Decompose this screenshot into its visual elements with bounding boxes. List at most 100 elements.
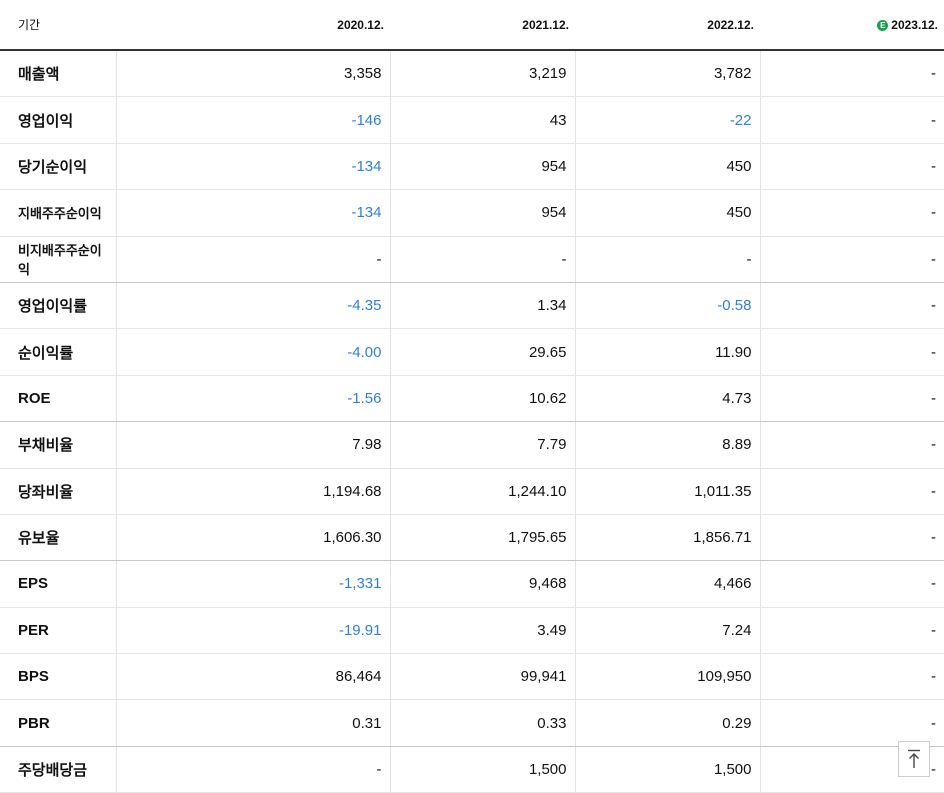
- cell-value: 1,795.65: [390, 514, 576, 562]
- cell-value: -134: [116, 143, 391, 191]
- table-row: 유보율 1,606.30 1,795.65 1,856.71-: [0, 514, 944, 562]
- cell-value: 3,219: [390, 50, 576, 98]
- cell-value: -: [760, 699, 944, 747]
- cell-value: 43: [390, 96, 576, 144]
- cell-value: -4.00: [116, 328, 391, 376]
- cell-value: 8.89: [575, 421, 761, 469]
- cell-value: -: [760, 282, 944, 330]
- table-row: 영업이익률 -4.35 1.34 -0.58-: [0, 282, 944, 330]
- table-header-row: 기간 2020.12. 2021.12. 2022.12. E 2023.12.: [0, 0, 944, 51]
- cell-value: 4,466: [575, 560, 761, 608]
- cell-value: -0.58: [575, 282, 761, 330]
- table-row: 순이익률 -4.00 29.65 11.90-: [0, 328, 944, 376]
- cell-value: -4.35: [116, 282, 391, 330]
- cell-value: 1,194.68: [116, 468, 391, 515]
- table-row: BPS 86,464 99,941 109,950-: [0, 653, 944, 701]
- table-row: 당기순이익 -134 954 450-: [0, 143, 944, 191]
- cell-value: -: [116, 746, 391, 793]
- cell-value: 3,782: [575, 50, 761, 98]
- cell-value: 109,950: [575, 653, 761, 701]
- cell-value: 954: [390, 189, 576, 237]
- scroll-top-button[interactable]: [898, 741, 930, 777]
- cell-value: -: [116, 236, 391, 283]
- cell-value: -: [760, 189, 944, 237]
- table-row: EPS -1,331 9,468 4,466-: [0, 560, 944, 608]
- cell-value: -: [760, 143, 944, 191]
- row-label: 유보율: [0, 514, 117, 562]
- row-label: 당좌비율: [0, 468, 117, 515]
- cell-value: 1,856.71: [575, 514, 761, 562]
- table-row: 매출액 3,358 3,219 3,782-: [0, 50, 944, 98]
- cell-value: 954: [390, 143, 576, 191]
- cell-value: 1,244.10: [390, 468, 576, 515]
- period-2021: 2021.12.: [390, 0, 575, 51]
- table-row: 비지배주주순이익 - - - -: [0, 236, 944, 283]
- arrow-up-to-top-icon: [908, 749, 920, 768]
- cell-value: 450: [575, 189, 761, 237]
- cell-value: 450: [575, 143, 761, 191]
- period-2022: 2022.12.: [575, 0, 760, 51]
- cell-value: -: [760, 96, 944, 144]
- cell-value: -146: [116, 96, 391, 144]
- cell-value: 29.65: [390, 328, 576, 376]
- cell-value: 11.90: [575, 328, 761, 376]
- cell-value: -19.91: [116, 607, 391, 655]
- table-row: 주당배당금 -1,500 1,500-: [0, 746, 944, 793]
- row-label: 주당배당금: [0, 746, 117, 793]
- cell-value: -: [760, 468, 944, 515]
- row-label: ROE: [0, 375, 117, 423]
- cell-value: -: [760, 328, 944, 376]
- cell-value: 1,500: [575, 746, 761, 793]
- cell-value: -1.56: [116, 375, 391, 423]
- cell-value: 86,464: [116, 653, 391, 701]
- cell-value: -1,331: [116, 560, 391, 608]
- cell-value: 7.98: [116, 421, 391, 469]
- cell-value: 0.33: [390, 699, 576, 747]
- row-label: 영업이익률: [0, 282, 117, 330]
- cell-value: -: [760, 236, 944, 283]
- cell-value: 1,011.35: [575, 468, 761, 515]
- cell-value: -: [760, 653, 944, 701]
- cell-value: -134: [116, 189, 391, 237]
- row-label: PBR: [0, 699, 117, 747]
- cell-value: -: [760, 514, 944, 562]
- cell-value: -: [760, 375, 944, 423]
- row-label: PER: [0, 607, 117, 655]
- cell-value: 7.24: [575, 607, 761, 655]
- cell-value: 10.62: [390, 375, 576, 423]
- cell-value: 1,500: [390, 746, 576, 793]
- table-row: PBR 0.31 0.33 0.29-: [0, 699, 944, 747]
- period-2023-label: 2023.12.: [891, 17, 938, 32]
- table-row: 부채비율 7.98 7.79 8.89-: [0, 421, 944, 469]
- row-label: 당기순이익: [0, 143, 117, 191]
- cell-value: 1.34: [390, 282, 576, 330]
- table-row: ROE -1.56 10.62 4.73-: [0, 375, 944, 423]
- row-label: 부채비율: [0, 421, 117, 469]
- cell-value: 1,606.30: [116, 514, 391, 562]
- row-label: 영업이익: [0, 96, 117, 144]
- row-label: 매출액: [0, 50, 117, 98]
- period-2023-estimate: E 2023.12.: [760, 0, 944, 51]
- e-estimate-icon: E: [877, 19, 889, 31]
- cell-value: -: [760, 607, 944, 655]
- cell-value: 4.73: [575, 375, 761, 423]
- row-label: 순이익률: [0, 328, 117, 376]
- cell-value: -22: [575, 96, 761, 144]
- cell-value: -: [760, 50, 944, 98]
- financial-summary-table: 기간 2020.12. 2021.12. 2022.12. E 2023.12. …: [0, 0, 944, 793]
- cell-value: -: [760, 421, 944, 469]
- cell-value: -: [390, 236, 576, 283]
- cell-value: 7.79: [390, 421, 576, 469]
- period-label: 기간: [0, 0, 116, 51]
- cell-value: 9,468: [390, 560, 576, 608]
- cell-value: -: [760, 560, 944, 608]
- cell-value: 0.31: [116, 699, 391, 747]
- cell-value: 3.49: [390, 607, 576, 655]
- cell-value: 0.29: [575, 699, 761, 747]
- cell-value: -: [575, 236, 761, 283]
- period-2020: 2020.12.: [116, 0, 390, 51]
- table-row: PER -19.91 3.49 7.24-: [0, 607, 944, 655]
- cell-value: 99,941: [390, 653, 576, 701]
- table-row: 영업이익 -146 43 -22-: [0, 96, 944, 144]
- row-label: BPS: [0, 653, 117, 701]
